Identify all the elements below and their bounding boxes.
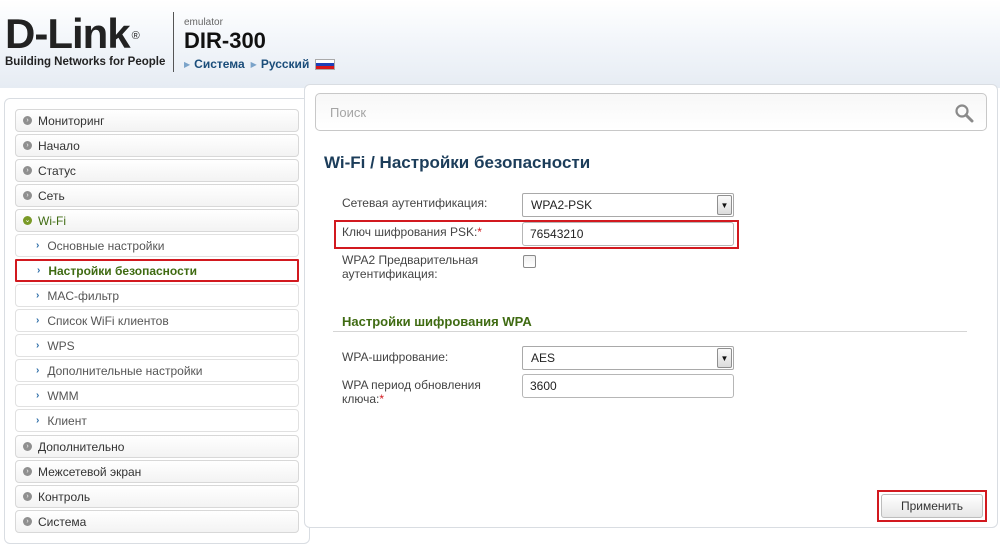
emulator-label: emulator <box>184 17 223 28</box>
sidebar-item-label: Межсетевой экран <box>38 464 142 479</box>
sidebar-item-network[interactable]: › Сеть <box>15 184 299 207</box>
sidebar-item-label: Мониторинг <box>38 113 105 128</box>
sidebar-item-start[interactable]: › Начало <box>15 134 299 157</box>
preauth-label: WPA2 Предварительная аутентификация: <box>342 253 478 281</box>
sidebar-item-monitoring[interactable]: › Мониторинг <box>15 109 299 132</box>
psk-label-text: Ключ шифрования PSK: <box>342 225 478 239</box>
required-mark: * <box>477 225 482 239</box>
sidebar-item-label: Wi-Fi <box>38 213 66 228</box>
renew-label-line2: ключа:* <box>342 392 481 406</box>
dlink-logo: D-Link ® Building Networks for People <box>5 10 166 69</box>
sidebar-subitem-label: WPS <box>47 338 75 353</box>
required-mark: * <box>379 392 385 406</box>
sidebar-item-label: Контроль <box>38 489 91 504</box>
auth-select[interactable]: WPA2-PSK ▼ <box>522 193 734 217</box>
sidebar-subitem-advanced-settings[interactable]: › Дополнительные настройки <box>15 359 299 382</box>
page-title: Wi-Fi / Настройки безопасности <box>324 153 591 172</box>
sidebar-item-label: Начало <box>38 138 80 153</box>
sidebar-subitem-label: Клиент <box>47 413 87 428</box>
sidebar-item-firewall[interactable]: › Межсетевой экран <box>15 460 299 483</box>
logo-text: D-Link <box>5 10 131 57</box>
sidebar-subitem-wmm[interactable]: › WMM <box>15 384 299 407</box>
logo-tagline: Building Networks for People <box>5 56 166 68</box>
chevron-right-icon: › <box>36 340 40 351</box>
auth-select-value: WPA2-PSK <box>531 198 593 212</box>
sidebar-subitem-mac-filter[interactable]: › MAC-фильтр <box>15 284 299 307</box>
chevron-right-icon: › <box>36 290 40 301</box>
chevron-right-icon: › <box>36 365 40 376</box>
sidebar-item-label: Сеть <box>38 188 65 203</box>
section-title: Настройки шифрования WPA <box>342 314 532 329</box>
psk-input[interactable]: 76543210 <box>522 222 734 246</box>
chevron-right-icon: ▶ <box>184 59 191 69</box>
sidebar-item-label: Система <box>38 514 87 529</box>
wpa-enc-label: WPA-шифрование: <box>342 350 449 364</box>
main-panel: Поиск Wi-Fi / Настройки безопасности Сет… <box>304 84 998 528</box>
russian-flag-icon[interactable] <box>315 58 336 70</box>
apply-button[interactable]: Применить <box>881 494 983 518</box>
chevron-right-icon: › <box>36 315 40 326</box>
expand-icon: › <box>23 517 32 526</box>
expand-icon: › <box>23 116 32 125</box>
sidebar-subitem-basic-settings[interactable]: › Основные настройки <box>15 234 299 257</box>
search-input[interactable]: Поиск <box>315 93 987 131</box>
collapse-icon: ⌄ <box>23 216 32 225</box>
header-divider <box>173 12 174 72</box>
renew-label-line2-text: ключа: <box>342 392 380 406</box>
expand-icon: › <box>23 492 32 501</box>
psk-label: Ключ шифрования PSK:* <box>342 225 482 239</box>
sidebar-subitem-wps[interactable]: › WPS <box>15 334 299 357</box>
expand-icon: › <box>23 191 32 200</box>
wpa-enc-select[interactable]: AES ▼ <box>522 346 734 370</box>
preauth-checkbox[interactable] <box>523 255 536 268</box>
chevron-right-icon: › <box>36 390 40 401</box>
logo-registered-mark: ® <box>131 30 140 42</box>
expand-icon: › <box>23 467 32 476</box>
psk-input-value: 76543210 <box>530 227 584 241</box>
sidebar-subitem-label: WMM <box>47 388 79 403</box>
sidebar-item-advanced[interactable]: › Дополнительно <box>15 435 299 458</box>
wpa-enc-select-value: AES <box>531 351 556 365</box>
sidebar-subitem-label: Настройки безопасности <box>48 263 198 278</box>
chevron-right-icon: › <box>36 240 40 251</box>
model-block: emulator DIR-300 ▶ Система ▶ Русский <box>184 17 336 71</box>
dropdown-arrow-icon[interactable]: ▼ <box>717 195 732 215</box>
preauth-label-line1: WPA2 Предварительная <box>342 253 479 267</box>
sidebar-item-system[interactable]: › Система <box>15 510 299 533</box>
expand-icon: › <box>23 166 32 175</box>
chevron-right-icon: ▶ <box>250 59 257 69</box>
sidebar-subitem-security-settings[interactable]: › Настройки безопасности <box>15 259 299 282</box>
sidebar-subitem-label: Дополнительные настройки <box>47 363 203 378</box>
preauth-label-line2: аутентификация: <box>342 267 438 281</box>
sidebar-subitem-wifi-clients[interactable]: › Список WiFi клиентов <box>15 309 299 332</box>
renew-input-value: 3600 <box>530 379 557 393</box>
auth-label: Сетевая аутентификация: <box>342 196 488 210</box>
sidebar-subitem-client[interactable]: › Клиент <box>15 409 299 432</box>
sidebar-subitem-label: Основные настройки <box>47 238 165 253</box>
sidebar-item-control[interactable]: › Контроль <box>15 485 299 508</box>
chevron-right-icon: › <box>37 265 41 276</box>
search-icon[interactable] <box>954 103 974 123</box>
expand-icon: › <box>23 141 32 150</box>
search-placeholder: Поиск <box>330 104 367 120</box>
sidebar: › Мониторинг › Начало › Статус › Сеть ⌄ … <box>4 98 310 544</box>
sidebar-item-label: Дополнительно <box>38 439 125 454</box>
sidebar-item-label: Статус <box>38 163 76 178</box>
sidebar-subitem-label: MAC-фильтр <box>47 288 120 303</box>
crumb-language[interactable]: Русский <box>261 57 310 71</box>
renew-label-line1: WPA период обновления <box>342 378 481 392</box>
dropdown-arrow-icon[interactable]: ▼ <box>717 348 732 368</box>
renew-label: WPA период обновления ключа:* <box>342 378 481 406</box>
model-name: DIR-300 <box>184 28 266 53</box>
chevron-right-icon: › <box>36 415 40 426</box>
sidebar-item-wifi[interactable]: ⌄ Wi-Fi <box>15 209 299 232</box>
crumb-system[interactable]: Система <box>194 57 245 71</box>
expand-icon: › <box>23 442 32 451</box>
sidebar-subitem-label: Список WiFi клиентов <box>47 313 169 328</box>
section-divider <box>333 331 967 332</box>
renew-input[interactable]: 3600 <box>522 374 734 398</box>
breadcrumb: ▶ Система ▶ Русский <box>184 57 336 71</box>
header: D-Link ® Building Networks for People em… <box>0 0 1000 88</box>
sidebar-item-status[interactable]: › Статус <box>15 159 299 182</box>
